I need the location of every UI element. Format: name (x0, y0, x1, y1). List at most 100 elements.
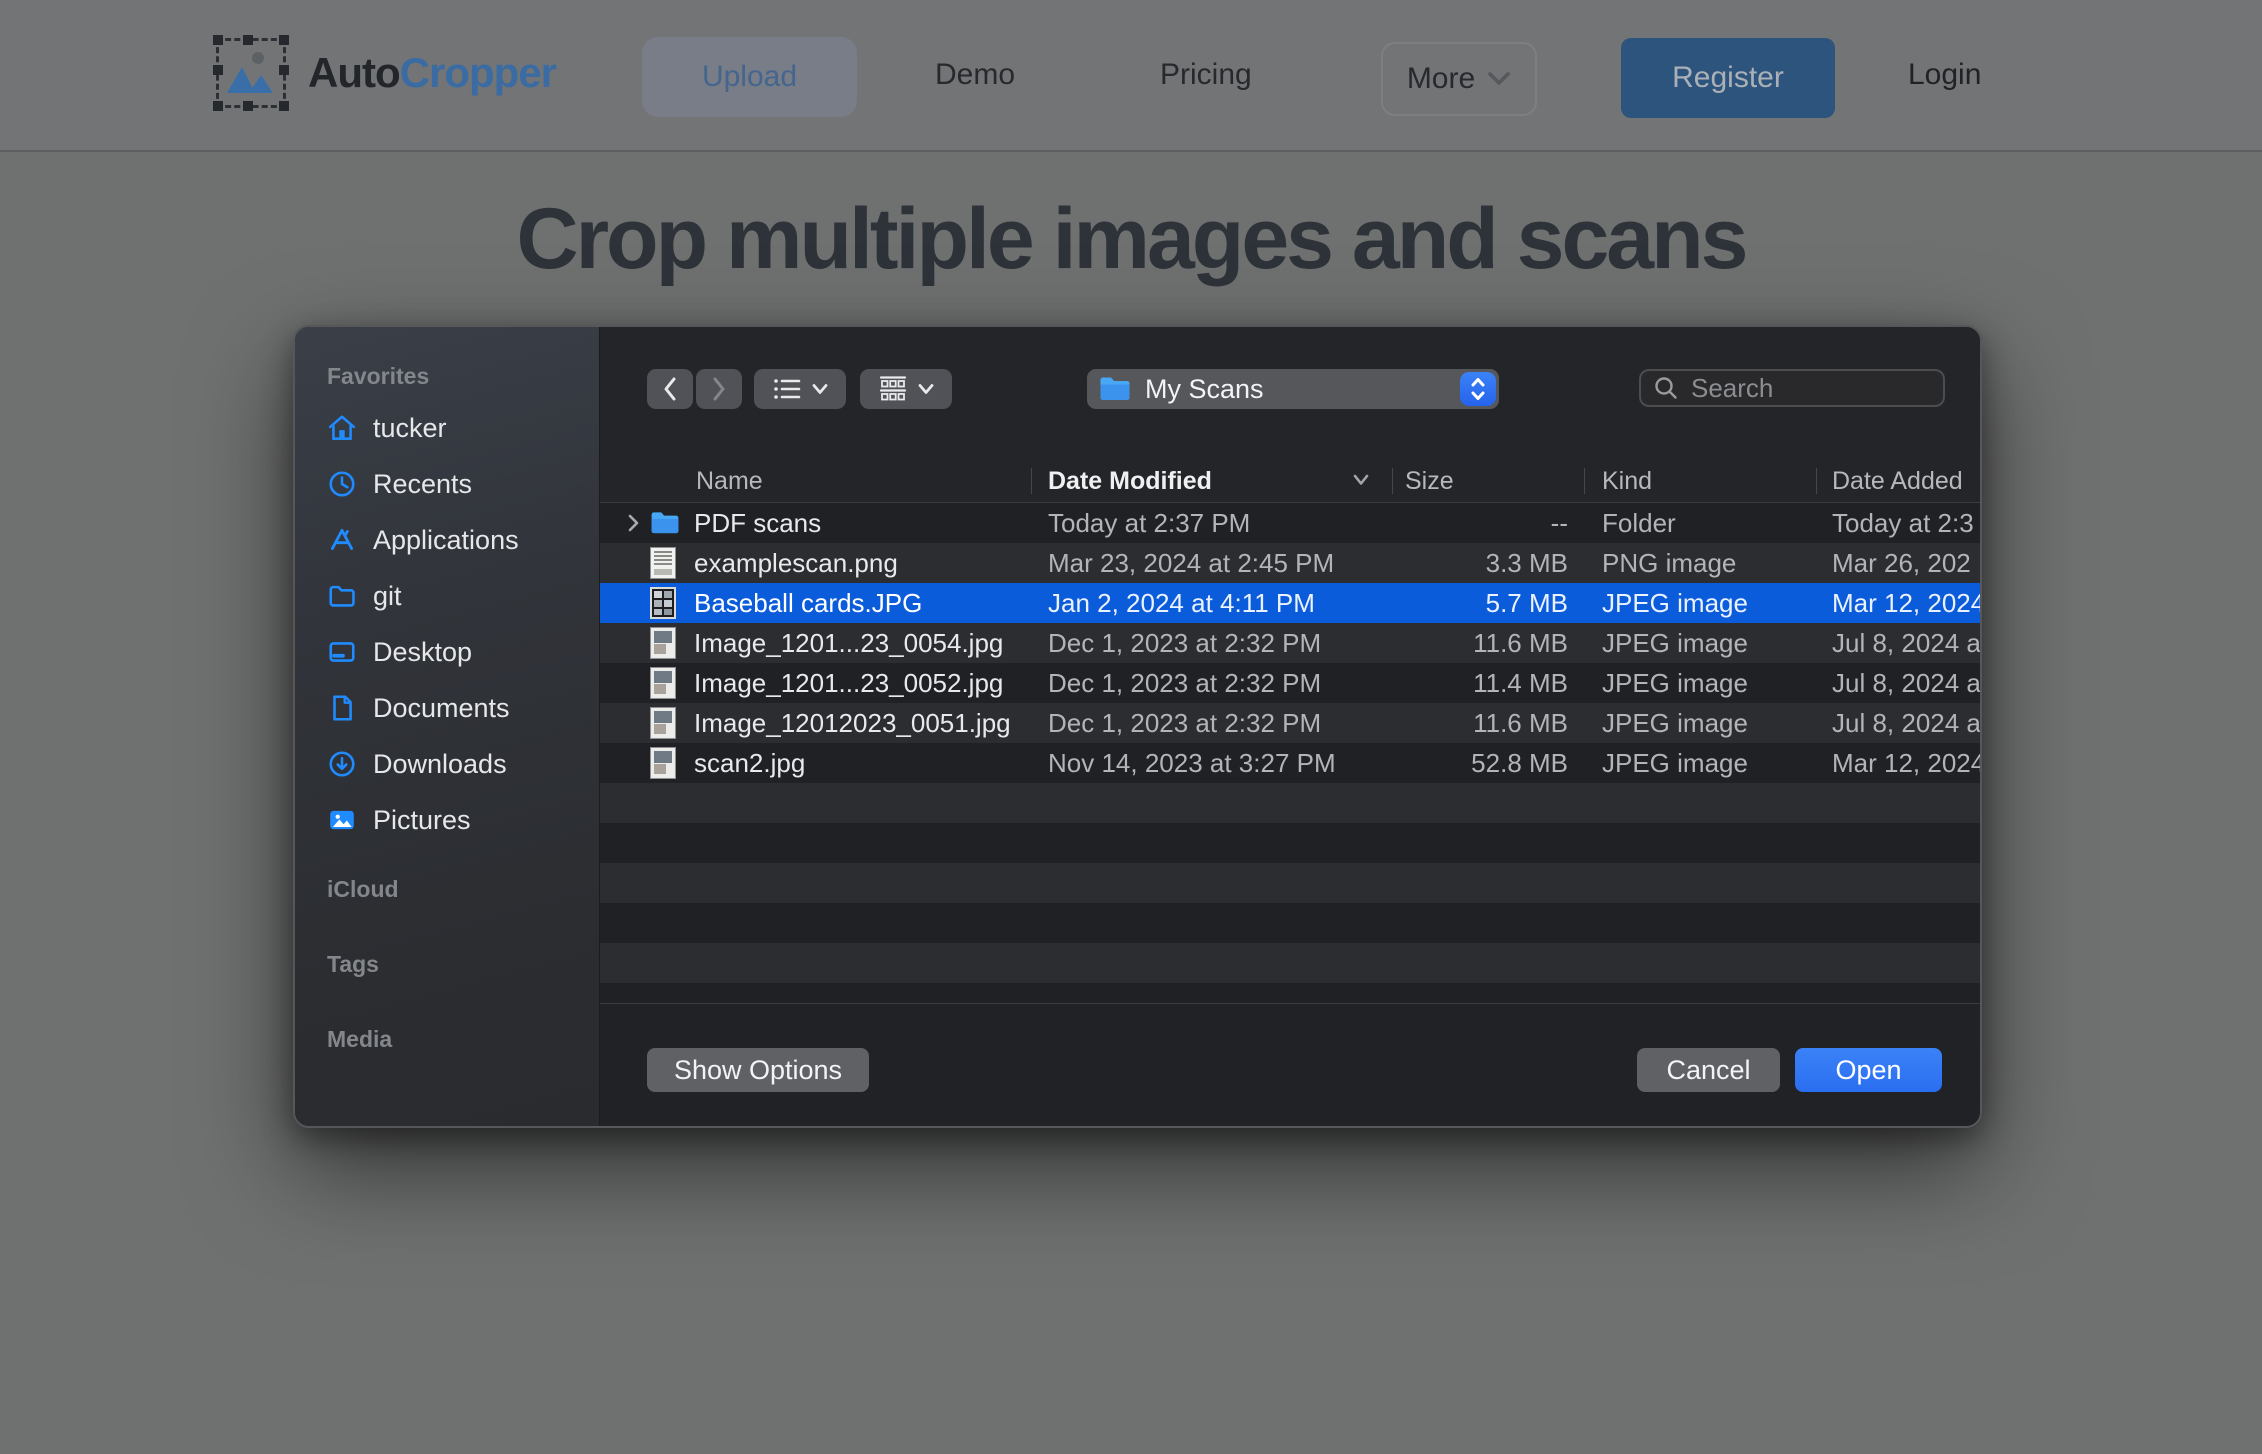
group-view-icon (878, 375, 908, 403)
page-title: Crop multiple images and scans (0, 190, 2262, 289)
column-header-size[interactable]: Size (1405, 467, 1454, 496)
file-name: Image_1201...23_0054.jpg (694, 628, 1003, 659)
empty-row-stripe (600, 943, 1980, 983)
pictures-icon (327, 805, 357, 835)
table-row[interactable]: PDF scans Today at 2:37 PM -- Folder Tod… (600, 503, 1980, 543)
sidebar-item-recents[interactable]: Recents (295, 456, 599, 512)
file-date-added: Today at 2:3 (1816, 508, 1980, 539)
file-kind: JPEG image (1584, 708, 1816, 739)
sidebar-section-favorites: Favorites (327, 363, 599, 390)
dialog-footer: Show Options Cancel Open (600, 1003, 1980, 1126)
empty-row-stripe (600, 903, 1980, 943)
sidebar-item-downloads[interactable]: Downloads (295, 736, 599, 792)
file-kind: JPEG image (1584, 668, 1816, 699)
list-view-icon (772, 376, 802, 402)
column-separator (1816, 468, 1817, 494)
sidebar-item-tucker[interactable]: tucker (295, 400, 599, 456)
nav-demo-link[interactable]: Demo (935, 0, 1015, 150)
file-date-added: Mar 12, 2024 (1816, 748, 1980, 779)
open-button[interactable]: Open (1795, 1048, 1942, 1092)
register-button[interactable]: Register (1621, 38, 1835, 118)
document-icon (327, 693, 357, 723)
login-link[interactable]: Login (1908, 0, 1981, 150)
file-name: Image_12012023_0051.jpg (694, 708, 1011, 739)
file-size: -- (1392, 508, 1584, 539)
table-row[interactable]: Image_12012023_0051.jpg Dec 1, 2023 at 2… (600, 703, 1980, 743)
column-separator (1031, 468, 1032, 494)
file-name: Image_1201...23_0052.jpg (694, 668, 1003, 699)
dialog-toolbar: My Scans (600, 327, 1980, 460)
file-date-modified: Dec 1, 2023 at 2:32 PM (1031, 668, 1392, 699)
file-kind: JPEG image (1584, 588, 1816, 619)
file-date-added: Jul 8, 2024 a (1816, 708, 1980, 739)
sidebar-item-desktop[interactable]: Desktop (295, 624, 599, 680)
forward-button[interactable] (696, 369, 742, 409)
file-list: PDF scans Today at 2:37 PM -- Folder Tod… (600, 503, 1980, 1003)
location-dropdown[interactable]: My Scans (1087, 369, 1499, 409)
list-view-button[interactable] (754, 369, 846, 409)
file-date-added: Mar 12, 2024 (1816, 588, 1980, 619)
table-row[interactable]: examplescan.png Mar 23, 2024 at 2:45 PM … (600, 543, 1980, 583)
disclosure-chevron-icon[interactable] (626, 513, 650, 533)
chevron-down-icon (812, 383, 828, 395)
desktop-icon (327, 637, 357, 667)
search-input[interactable] (1689, 372, 1923, 405)
home-icon (327, 413, 357, 443)
file-kind: Folder (1584, 508, 1816, 539)
nav-upload-button[interactable]: Upload (642, 37, 857, 117)
brand-logo[interactable]: AutoCropper (216, 38, 556, 108)
photo-thumbnail-icon (650, 747, 680, 779)
back-button[interactable] (647, 369, 693, 409)
cards-thumbnail-icon (650, 587, 680, 619)
chevron-left-icon (661, 376, 679, 402)
dropdown-stepper-icon[interactable] (1460, 372, 1496, 406)
column-header-date-added[interactable]: Date Added (1832, 467, 1963, 496)
column-header-name[interactable]: Name (696, 467, 763, 496)
sidebar-item-applications[interactable]: Applications (295, 512, 599, 568)
file-name: Baseball cards.JPG (694, 588, 922, 619)
sidebar-item-label: Desktop (373, 637, 472, 668)
table-row[interactable]: scan2.jpg Nov 14, 2023 at 3:27 PM 52.8 M… (600, 743, 1980, 783)
file-kind: JPEG image (1584, 748, 1816, 779)
file-size: 52.8 MB (1392, 748, 1584, 779)
column-header-kind[interactable]: Kind (1602, 467, 1652, 496)
sidebar-item-label: git (373, 581, 402, 612)
file-date-added: Mar 26, 202 (1816, 548, 1980, 579)
empty-row-stripe (600, 983, 1980, 1003)
file-date-modified: Mar 23, 2024 at 2:45 PM (1031, 548, 1392, 579)
search-field[interactable] (1639, 369, 1945, 407)
folder-icon (1099, 376, 1131, 402)
cancel-button[interactable]: Cancel (1637, 1048, 1780, 1092)
nav-pricing-link[interactable]: Pricing (1160, 0, 1252, 150)
group-view-button[interactable] (860, 369, 952, 409)
sidebar-item-label: Recents (373, 469, 472, 500)
photo-thumbnail-icon (650, 667, 680, 699)
sidebar-section-icloud: iCloud (327, 876, 599, 903)
table-row[interactable]: Image_1201...23_0052.jpg Dec 1, 2023 at … (600, 663, 1980, 703)
file-date-modified: Today at 2:37 PM (1031, 508, 1392, 539)
sidebar-item-pictures[interactable]: Pictures (295, 792, 599, 848)
file-size: 11.6 MB (1392, 708, 1584, 739)
mountain-image-icon (225, 49, 275, 95)
folder-icon (327, 581, 357, 611)
table-row-selected[interactable]: Baseball cards.JPG Jan 2, 2024 at 4:11 P… (600, 583, 1980, 623)
file-date-added: Jul 8, 2024 a (1816, 668, 1980, 699)
file-date-modified: Dec 1, 2023 at 2:32 PM (1031, 628, 1392, 659)
column-header-date-modified[interactable]: Date Modified (1048, 467, 1212, 496)
appstore-icon (327, 525, 357, 555)
column-separator (1392, 468, 1393, 494)
show-options-button[interactable]: Show Options (647, 1048, 869, 1092)
file-name: PDF scans (694, 508, 821, 539)
sidebar-item-label: Downloads (373, 749, 507, 780)
sidebar-item-git[interactable]: git (295, 568, 599, 624)
table-row[interactable]: Image_1201...23_0054.jpg Dec 1, 2023 at … (600, 623, 1980, 663)
up-down-chevrons-icon (1469, 375, 1487, 403)
folder-icon (650, 511, 680, 535)
sidebar-item-label: Pictures (373, 805, 471, 836)
file-size: 11.6 MB (1392, 628, 1584, 659)
sort-chevron-down-icon (1352, 473, 1370, 487)
sidebar-item-label: Documents (373, 693, 510, 724)
nav-more-button[interactable]: More (1381, 42, 1537, 116)
sidebar-item-documents[interactable]: Documents (295, 680, 599, 736)
file-size: 3.3 MB (1392, 548, 1584, 579)
